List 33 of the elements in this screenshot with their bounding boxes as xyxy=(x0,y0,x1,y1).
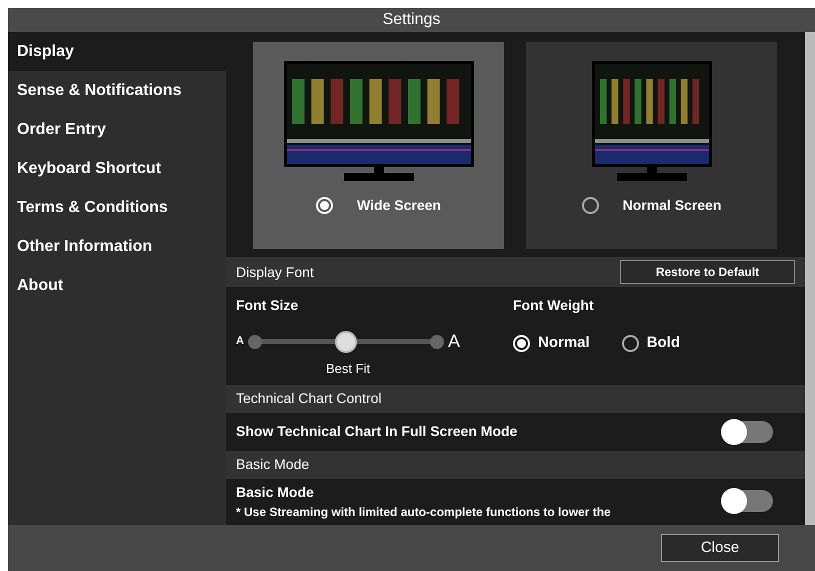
setting-label: Basic Mode xyxy=(236,482,315,502)
section-title: Basic Mode xyxy=(236,455,310,474)
radio-button[interactable] xyxy=(582,197,599,214)
large-a-label: A xyxy=(448,330,460,353)
slider-reading: Best Fit xyxy=(326,360,372,378)
sidebar-item[interactable]: Display xyxy=(8,32,226,71)
option-label: Normal xyxy=(538,333,590,353)
small-a-label: A xyxy=(236,334,244,350)
toggle-switch[interactable] xyxy=(723,490,773,512)
sidebar-item[interactable]: Order Entry xyxy=(8,110,226,149)
sidebar-item[interactable]: About xyxy=(8,266,226,305)
setting-label: Show Technical Chart In Full Screen Mode xyxy=(236,422,518,441)
window-title: Settings xyxy=(382,10,440,30)
screen-option-card[interactable]: Wide Screen xyxy=(253,42,504,249)
sidebar-item[interactable]: Terms & Conditions xyxy=(8,188,226,227)
sidebar-item[interactable]: Sense & Notifications xyxy=(8,71,226,110)
close-button[interactable]: Close xyxy=(661,534,779,562)
section-title: Technical Chart Control xyxy=(236,389,382,408)
sidebar-item[interactable]: Other Information xyxy=(8,227,226,266)
field-label: Font Weight xyxy=(513,296,595,315)
sidebar-item[interactable]: Keyboard Shortcut xyxy=(8,149,226,188)
slider-track[interactable] xyxy=(248,334,444,350)
setting-note: * Use Streaming with limited auto-complete functions to lower the xyxy=(236,504,611,520)
radio-button[interactable] xyxy=(622,334,639,352)
slider-thumb[interactable] xyxy=(334,330,357,352)
restore-button[interactable]: Restore to Default xyxy=(620,260,795,284)
screen-option-card[interactable]: Normal Screen xyxy=(526,42,777,249)
field-label: Font Size xyxy=(236,296,300,315)
section-title: Display Font xyxy=(236,262,314,282)
option-label: Bold xyxy=(646,333,680,353)
toggle-switch[interactable] xyxy=(723,420,773,442)
option-label: Normal Screen xyxy=(622,196,722,215)
option-label: Wide Screen xyxy=(357,196,441,215)
